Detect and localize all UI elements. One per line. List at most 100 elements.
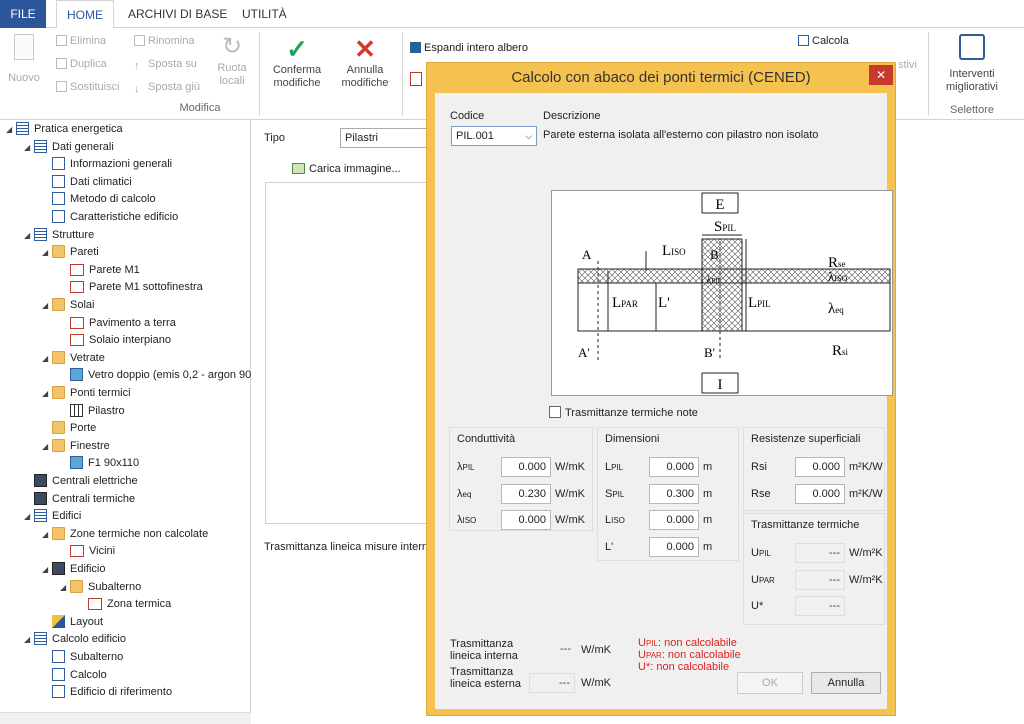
expand-arrow-icon[interactable]: ◢ <box>42 526 52 543</box>
l-iso-label: LISO <box>662 243 686 259</box>
expand-arrow-icon[interactable]: ◢ <box>42 438 52 455</box>
code-select[interactable]: PIL.001 ⌵ <box>451 126 537 146</box>
tree-item[interactable]: Informazioni generali <box>42 156 172 173</box>
close-button[interactable]: ✕ <box>869 65 893 85</box>
building-icon <box>34 474 47 487</box>
tree-item[interactable]: Pavimento a terra <box>60 315 176 332</box>
cancel-button[interactable]: Annulla <box>811 672 881 694</box>
dim-input[interactable]: 0.000 <box>649 510 699 530</box>
expand-arrow-icon[interactable]: ◢ <box>24 227 34 244</box>
tree-item[interactable]: Edificio di riferimento <box>42 684 172 701</box>
expand-arrow-icon[interactable]: ◢ <box>42 297 52 314</box>
tree-item[interactable]: Porte <box>42 420 96 437</box>
cancel-changes-button[interactable]: ✕ Annulla modifiche <box>334 34 396 90</box>
tree-item[interactable]: Vicini <box>60 543 115 560</box>
tree-item[interactable]: ◢ Edificio <box>42 561 105 578</box>
tree-item[interactable]: Calcolo <box>42 667 107 684</box>
tab-utilita[interactable]: UTILITÀ <box>232 0 297 29</box>
tree-item[interactable]: Layout <box>42 614 103 631</box>
res-input[interactable]: 0.000 <box>795 483 845 504</box>
project-tree[interactable]: ◢ Pratica energetica ◢ Dati generali Informa… <box>0 120 251 724</box>
known-transmittance-checkbox[interactable]: Trasmittanze termiche note <box>549 406 698 419</box>
calculate-button[interactable]: Calcola <box>798 32 849 50</box>
expand-arrow-icon[interactable]: ◢ <box>24 508 34 525</box>
type-select[interactable]: Pilastri <box>340 128 430 148</box>
expand-tree-button[interactable]: Espandi intero albero <box>410 39 528 57</box>
move-down-button[interactable]: ↓ Sposta giù <box>134 78 200 96</box>
tree-item[interactable]: ◢ Subalterno <box>60 579 141 596</box>
tree-item[interactable]: F1 90x110 <box>60 455 139 472</box>
move-up-button[interactable]: ↑ Sposta su <box>134 55 197 73</box>
rename-button[interactable]: Rinomina <box>134 32 194 50</box>
dim-input[interactable]: 0.300 <box>649 483 699 504</box>
replace-icon <box>56 81 67 92</box>
tree-item[interactable]: ◢ Pareti <box>42 244 99 261</box>
expand-arrow-icon[interactable]: ◢ <box>42 244 52 261</box>
tree-item[interactable]: Vetro doppio (emis 0,2 - argon 90 <box>60 367 251 384</box>
expand-arrow-icon[interactable]: ◢ <box>24 139 34 156</box>
folder-icon <box>52 350 65 364</box>
tree-collapse-icon[interactable] <box>410 72 422 86</box>
tree-item-label: Dati generali <box>52 140 114 153</box>
dim-input[interactable]: 0.000 <box>649 457 699 477</box>
expand-arrow-icon[interactable]: ◢ <box>42 350 52 367</box>
expand-arrow-icon[interactable]: ◢ <box>42 385 52 402</box>
house-icon <box>70 316 84 329</box>
tree-item-label: Edificio di riferimento <box>70 686 173 699</box>
tree-item[interactable]: Parete M1 <box>60 262 140 279</box>
tree-item-label: Vetrate <box>70 351 105 364</box>
res-input[interactable]: 0.000 <box>795 457 845 477</box>
ok-button[interactable]: OK <box>737 672 803 694</box>
tree-item[interactable]: ◢ Edifici <box>24 508 81 525</box>
tree-item[interactable]: Centrali elettriche <box>24 473 138 490</box>
glass-icon <box>70 368 83 382</box>
tree-item[interactable]: Metodo di calcolo <box>42 191 156 208</box>
load-image-button[interactable]: Carica immagine... <box>292 163 401 175</box>
expand-arrow-icon[interactable]: ◢ <box>60 579 70 596</box>
confirm-changes-button[interactable]: ✓ Conferma modifiche <box>266 34 328 90</box>
new-button[interactable]: Nuovo <box>4 34 44 85</box>
rotate-rooms-button[interactable]: ↻ Ruota locali <box>210 32 254 88</box>
tree-item[interactable]: Centrali termiche <box>24 491 135 508</box>
tree-item[interactable]: ◢ Ponti termici <box>42 385 131 402</box>
improvement-actions-button[interactable]: Interventi migliorativi <box>936 32 1008 94</box>
cond-input[interactable]: 0.000 <box>501 457 551 477</box>
tab-file[interactable]: FILE <box>0 0 46 28</box>
cond-input[interactable]: 0.000 <box>501 510 551 530</box>
tree-item[interactable]: ◢ Zone termiche non calcolate <box>42 526 208 543</box>
type-label: Tipo <box>264 132 285 144</box>
tree-item[interactable]: ◢ Solai <box>42 297 94 314</box>
tree-item[interactable]: Pilastro <box>60 403 125 420</box>
expand-arrow-icon[interactable]: ◢ <box>42 561 52 578</box>
expand-arrow-icon[interactable]: ◢ <box>6 121 16 138</box>
tree-item[interactable]: ◢ Dati generali <box>24 139 114 156</box>
tree-item[interactable]: ◢ Calcolo edificio <box>24 631 126 648</box>
tree-item[interactable]: ◢ Strutture <box>24 227 94 244</box>
tree-item[interactable]: Parete M1 sottofinestra <box>60 279 203 296</box>
tree-item[interactable]: Zona termica <box>78 596 171 613</box>
tree-item-label: Dati climatici <box>70 175 132 188</box>
duplicate-button[interactable]: Duplica <box>56 55 107 73</box>
tree-item[interactable]: ◢ Pratica energetica <box>6 121 123 138</box>
point-b-label: B <box>710 247 719 262</box>
tab-home[interactable]: HOME <box>56 0 114 29</box>
tree-item[interactable]: Subalterno <box>42 649 123 666</box>
expand-arrow-icon[interactable]: ◢ <box>24 631 34 648</box>
s-pil-label: SPIL <box>714 219 736 235</box>
delete-button[interactable]: Elimina <box>56 32 106 50</box>
tree-item[interactable]: ◢ Finestre <box>42 438 110 455</box>
dim-input[interactable]: 0.000 <box>649 536 699 557</box>
tree-item[interactable]: Dati climatici <box>42 174 132 191</box>
point-a-label: A <box>582 247 592 262</box>
folder-icon <box>52 386 65 399</box>
tab-archivi-di-base[interactable]: ARCHIVI DI BASE <box>118 0 237 29</box>
building-icon <box>52 562 65 575</box>
cond-input[interactable]: 0.230 <box>501 483 551 504</box>
tree-horizontal-scrollbar[interactable] <box>0 712 251 724</box>
tree-item[interactable]: Solaio interpiano <box>60 332 171 349</box>
list-icon <box>34 632 47 646</box>
tree-item[interactable]: ◢ Vetrate <box>42 350 105 367</box>
external-linear-label: Trasmittanza lineica esterna <box>450 666 521 690</box>
tree-item[interactable]: Caratteristiche edificio <box>42 209 178 226</box>
replace-button[interactable]: Sostituisci <box>56 78 120 96</box>
